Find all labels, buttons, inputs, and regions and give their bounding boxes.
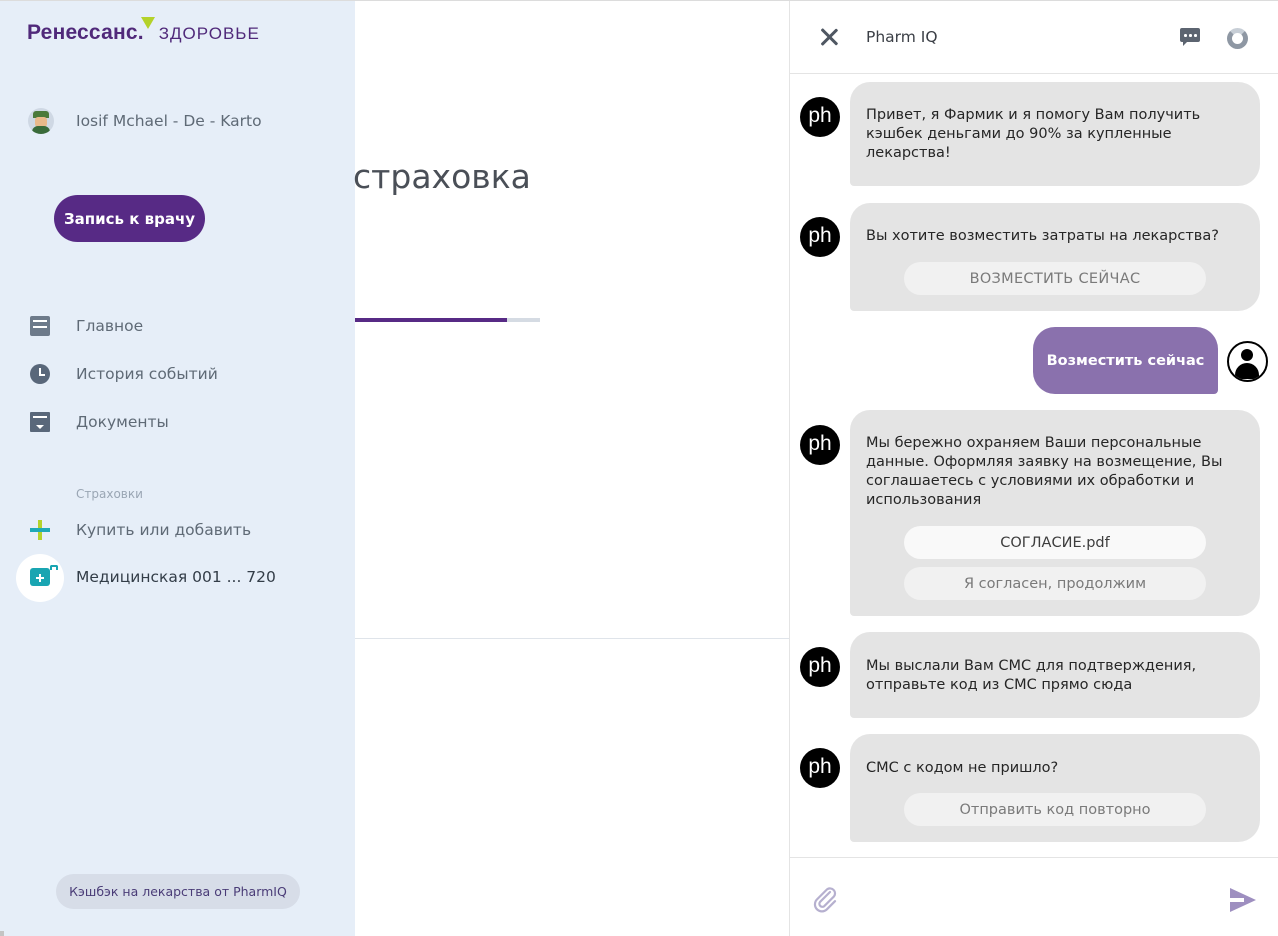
user-avatar-icon (1227, 341, 1268, 382)
bot-message: Привет, я Фармик и я помогу Вам получить… (850, 82, 1260, 186)
message-line: использования (866, 492, 982, 508)
ring-icon[interactable] (1227, 28, 1248, 49)
main-content: страховка (353, 1, 789, 936)
medical-kit-icon (30, 565, 58, 586)
bot-avatar: ph (800, 217, 840, 257)
nav-item-documents[interactable]: Документы (30, 412, 169, 432)
medical-policy-icon-wrap[interactable] (16, 554, 64, 602)
avatar-body (32, 126, 50, 134)
message-line: данные. Оформляя заявку на возмещение, В… (866, 454, 1223, 470)
user-avatar-icon (28, 108, 54, 134)
content-divider (355, 638, 789, 639)
chat-bubble-dot (1184, 34, 1187, 37)
chat-panel: Pharm IQ ph Привет, я Фармик и я помогу … (789, 1, 1278, 936)
chat-header: Pharm IQ (790, 1, 1278, 74)
chat-title: Pharm IQ (866, 28, 938, 46)
page-title: страховка (353, 157, 531, 196)
medical-kit-handle (50, 565, 58, 570)
nav-item-medical-policy[interactable]: Медицинская 001 ... 720 (76, 568, 276, 586)
message-line: СМС с кодом не пришло? (866, 760, 1059, 776)
chat-input-bar[interactable] (790, 857, 1278, 936)
bot-message: Вы хотите возместить затраты на лекарств… (850, 203, 1260, 311)
paperclip-icon[interactable] (810, 884, 840, 914)
nav-item-buy-insurance[interactable]: Купить или добавить (30, 520, 251, 540)
user-profile[interactable]: Iosif Mchael - De - Karto (28, 108, 262, 134)
send-icon[interactable] (1230, 888, 1256, 912)
message-line: Мы бережно охраняем Ваши персональные (866, 435, 1202, 451)
message-line: отправьте код из СМС прямо сюда (866, 677, 1133, 693)
message-text: Мы выслали Вам СМС для подтверждения, от… (866, 657, 1246, 695)
brand-logo[interactable]: Ренессанс. ЗДОРОВЬЕ (27, 17, 260, 51)
resend-code-button[interactable]: Отправить код повторно (904, 793, 1206, 826)
pharmiq-cashback-button[interactable]: Кэшбэк на лекарства от PharmIQ (56, 874, 300, 909)
message-line: Вы хотите возместить затраты на лекарств… (866, 228, 1219, 244)
nav-item-history[interactable]: История событий (30, 364, 218, 384)
reimburse-now-button[interactable]: ВОЗМЕСТИТЬ СЕЙЧАС (904, 262, 1206, 295)
sidebar: Ренессанс. ЗДОРОВЬЕ Iosif Mchael - De - … (0, 1, 355, 936)
user-avatar-shoulders (1235, 363, 1259, 379)
bot-avatar: ph (800, 647, 840, 687)
logo-tick-icon (140, 17, 155, 29)
message-line: соглашаетесь с условиями их обработки и (866, 473, 1195, 489)
chat-bubble-tail (1183, 41, 1188, 46)
user-message: Возместить сейчас (1033, 327, 1218, 394)
bot-avatar: ph (800, 748, 840, 788)
message-line: лекарства! (866, 145, 951, 161)
bot-message: Мы выслали Вам СМС для подтверждения, от… (850, 632, 1260, 718)
nav-item-label: Документы (76, 413, 169, 431)
message-text: Мы бережно охраняем Ваши персональные да… (866, 434, 1246, 510)
progress-bar (355, 318, 540, 322)
bot-avatar: ph (800, 425, 840, 465)
bot-message: СМС с кодом не пришло? Отправить код пов… (850, 734, 1260, 842)
message-line: Мы выслали Вам СМС для подтверждения, (866, 658, 1197, 674)
progress-bar-fill (355, 318, 507, 322)
home-icon (30, 316, 50, 336)
nav-item-label: Главное (76, 317, 144, 335)
user-name: Iosif Mchael - De - Karto (76, 112, 262, 130)
scrollbar-corner (0, 931, 4, 936)
logo-sub-text: ЗДОРОВЬЕ (158, 24, 260, 43)
message-line: кэшбек деньгами до 90% за купленные (866, 126, 1172, 142)
user-avatar-head (1241, 349, 1253, 361)
clock-icon (30, 364, 50, 384)
message-text: Привет, я Фармик и я помогу Вам получить… (866, 106, 1246, 163)
chat-bubble-dot (1194, 34, 1197, 37)
chat-bubble-dot (1189, 34, 1192, 37)
nav-item-label: История событий (76, 365, 218, 383)
nav-item-label: Купить или добавить (76, 521, 252, 539)
consent-pdf-button[interactable]: СОГЛАСИЕ.pdf (904, 526, 1206, 559)
agree-continue-button[interactable]: Я согласен, продолжим (904, 567, 1206, 600)
message-line: Привет, я Фармик и я помогу Вам получить (866, 107, 1201, 123)
message-text: Вы хотите возместить затраты на лекарств… (866, 227, 1246, 246)
app-window: Ренессанс. ЗДОРОВЬЕ Iosif Mchael - De - … (0, 0, 1278, 936)
document-icon (30, 412, 50, 432)
bot-message: Мы бережно охраняем Ваши персональные да… (850, 410, 1260, 616)
chat-bubble-icon[interactable] (1180, 28, 1200, 46)
plus-icon (30, 520, 50, 540)
bot-avatar: ph (800, 97, 840, 137)
logo-brand-text: Ренессанс. (27, 21, 144, 44)
insurance-section-title: Страховки (76, 487, 143, 501)
nav-item-home[interactable]: Главное (30, 316, 143, 336)
message-text: СМС с кодом не пришло? (866, 759, 1246, 778)
chat-messages: ph Привет, я Фармик и я помогу Вам получ… (790, 75, 1278, 857)
book-doctor-button[interactable]: Запись к врачу (54, 195, 205, 242)
close-icon[interactable] (820, 28, 838, 46)
